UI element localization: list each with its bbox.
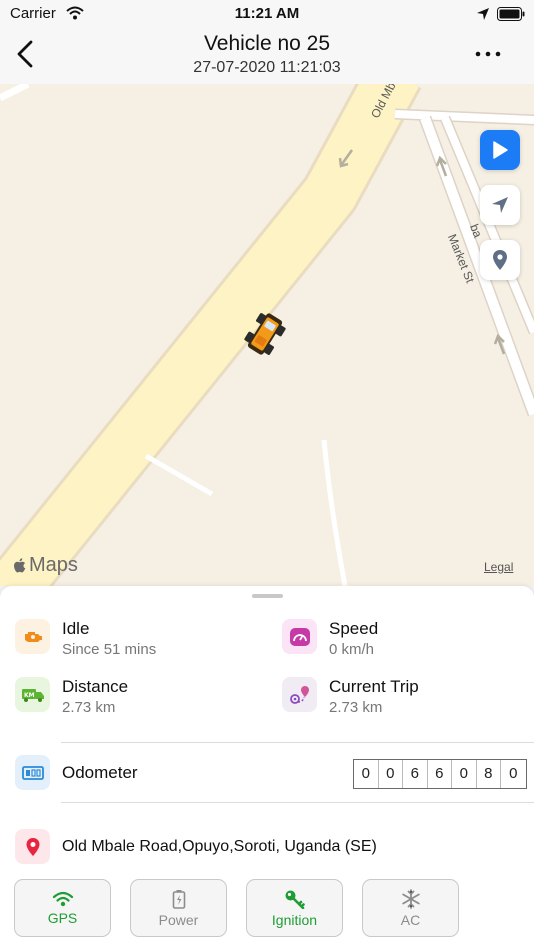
location-pin-icon: [15, 829, 50, 864]
idle-engine-icon: [15, 619, 50, 654]
snowflake-icon: [401, 888, 420, 909]
map-view[interactable]: Old Mba Market St ba Maps Legal: [0, 84, 534, 586]
ignition-label: Ignition: [271, 911, 318, 928]
play-history-button[interactable]: [480, 130, 520, 170]
speed-cell: Speed 0 km/h: [282, 619, 378, 658]
maps-label: Maps: [29, 554, 78, 576]
distance-cell: KM Distance 2.73 km: [15, 677, 128, 716]
distance-truck-icon: KM: [15, 677, 50, 712]
current-trip-label: Current Trip: [329, 677, 419, 696]
power-indicator[interactable]: Power: [130, 879, 227, 937]
odometer-digit: 0: [452, 760, 477, 788]
odometer-digit: 8: [477, 760, 501, 788]
location-arrow-icon: [476, 7, 490, 26]
vehicle-marker-icon[interactable]: [244, 308, 286, 365]
vehicle-timestamp: 27-07-2020 11:21:03: [193, 59, 341, 76]
odometer-icon: [15, 755, 50, 790]
vehicle-location-button[interactable]: [480, 240, 520, 280]
odometer-digit: 0: [509, 765, 518, 782]
battery-charging-icon: [172, 889, 185, 909]
odometer-digit: 6: [428, 760, 452, 788]
svg-text:KM: KM: [24, 692, 35, 699]
sheet-handle[interactable]: [252, 594, 283, 598]
odometer-label: Odometer: [62, 762, 138, 782]
play-icon: [493, 141, 508, 159]
apple-logo-icon: [14, 558, 26, 573]
odometer-row: Odometer: [15, 755, 138, 790]
status-time: 11:21 AM: [234, 5, 300, 22]
legal-link[interactable]: Legal: [484, 560, 513, 574]
power-label: Power: [158, 911, 199, 928]
navigation-arrow-icon: [492, 197, 508, 213]
ignition-indicator[interactable]: Ignition: [246, 879, 343, 937]
maps-attribution: Maps: [13, 554, 78, 577]
speed-value: 0 km/h: [329, 641, 375, 658]
current-trip-value: 2.73 km: [329, 699, 383, 716]
divider: [61, 742, 534, 743]
more-button[interactable]: [470, 42, 506, 66]
battery-icon: [497, 7, 525, 26]
status-indicators: GPS Power Ignition AC: [14, 879, 459, 937]
vehicle-address: Old Mbale Road,Opuyo,Soroti, Uganda (SE): [62, 837, 377, 855]
ac-indicator[interactable]: AC: [362, 879, 459, 937]
speed-label: Speed: [329, 619, 379, 638]
odometer-digit: 0: [379, 760, 403, 788]
distance-label: Distance: [62, 677, 129, 696]
divider: [61, 802, 534, 803]
map-pin-icon: [493, 250, 507, 270]
more-dots-icon: [475, 51, 501, 57]
distance-value: 2.73 km: [62, 699, 116, 716]
ac-label: AC: [400, 911, 421, 928]
status-value: Since 51 mins: [62, 641, 157, 658]
address-row: Old Mbale Road,Opuyo,Soroti, Uganda (SE): [15, 829, 377, 864]
navigation-bar: Vehicle no 25 27-07-2020 11:21:03: [0, 28, 534, 84]
status-cell: Idle Since 51 mins: [15, 619, 156, 658]
key-icon: [285, 890, 305, 909]
trip-route-icon: [282, 677, 317, 712]
speedometer-icon: [282, 619, 317, 654]
vehicle-details-sheet: Idle Since 51 mins Speed 0 km/h KM Dista…: [0, 586, 534, 950]
status-label: Idle: [62, 619, 90, 638]
odometer-readout: 0 0 6 6 0 8 0: [353, 759, 527, 789]
current-trip-cell: Current Trip 2.73 km: [282, 677, 419, 716]
current-location-button[interactable]: [480, 185, 520, 225]
odometer-digit: 0: [354, 760, 379, 788]
gps-label: GPS: [47, 909, 78, 926]
status-bar: Carrier 11:21 AM: [0, 0, 534, 28]
vehicle-title: Vehicle no 25: [203, 32, 331, 55]
odometer-digit: 6: [403, 760, 428, 788]
wifi-signal-icon: [52, 891, 73, 906]
gps-indicator[interactable]: GPS: [14, 879, 111, 937]
